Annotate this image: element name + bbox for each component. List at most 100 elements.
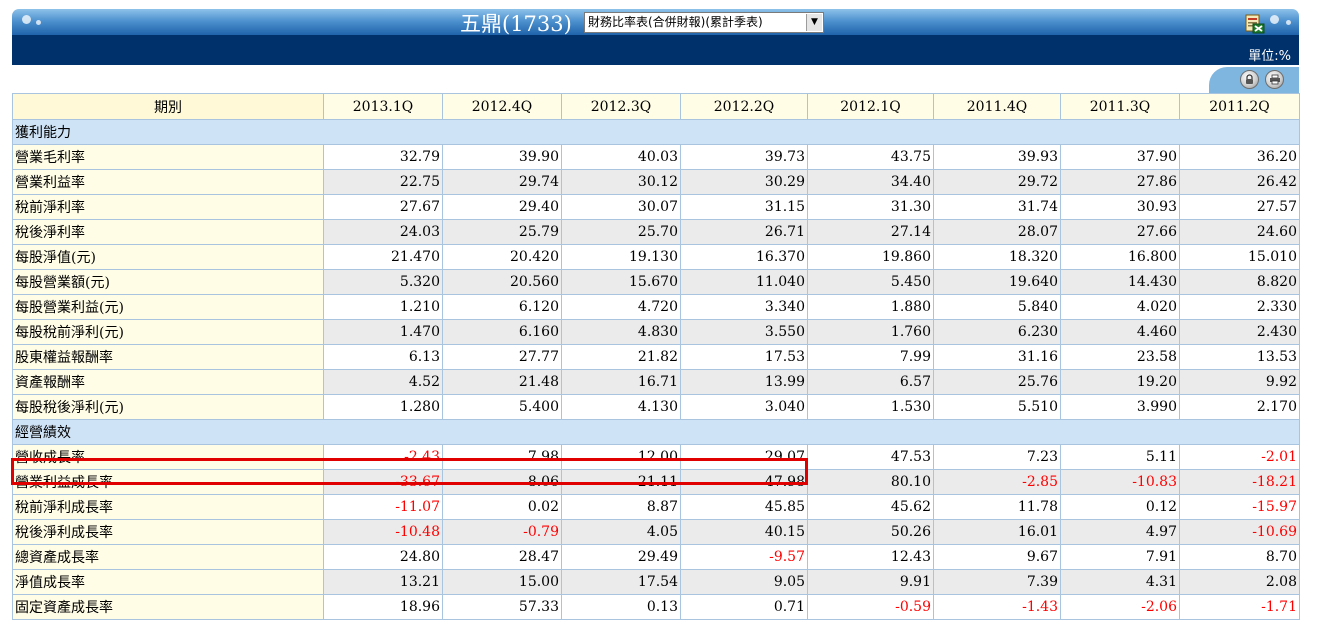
table-cell: 4.31 — [1060, 569, 1180, 595]
table-cell: 27.86 — [1060, 169, 1180, 195]
table-cell: 19.640 — [933, 269, 1061, 295]
table-cell: 27.14 — [807, 219, 934, 245]
table-cell: 7.23 — [933, 444, 1061, 470]
table-row: 淨值成長率 13.21 15.00 17.54 9.05 9.91 7.39 4.31 2.08 — [12, 569, 1300, 595]
table-cell: 21.11 — [561, 469, 681, 495]
print-icon[interactable] — [1265, 70, 1284, 89]
table-row: 每股淨值(元) 21.470 20.420 19.130 16.370 19.860 18.… — [12, 244, 1300, 270]
table-row: 每股稅前淨利(元) 1.470 6.160 4.830 3.550 1.760 6.230 4… — [12, 319, 1300, 345]
table-cell: 24.03 — [323, 219, 443, 245]
table-cell: 4.460 — [1060, 319, 1180, 345]
table-cell: 2.170 — [1179, 394, 1300, 420]
table-cell: 8.70 — [1179, 544, 1300, 570]
decorative-dot — [22, 15, 31, 24]
table-cell: 7.91 — [1060, 544, 1180, 570]
table-cell: 40.03 — [561, 144, 681, 170]
table-cell: -10.69 — [1179, 519, 1300, 545]
table-cell: 17.54 — [561, 569, 681, 595]
table-cell: 47.53 — [807, 444, 934, 470]
section-header-row: 經營績效 — [12, 419, 1300, 445]
report-type-select[interactable]: 財務比率表(合併財報)(累計季表) ▼ — [584, 12, 824, 33]
table-cell: 14.430 — [1060, 269, 1180, 295]
row-label: 稅後淨利成長率 — [12, 519, 324, 545]
table-cell: 8.06 — [442, 469, 562, 495]
table-row: 每股營業額(元) 5.320 20.560 15.670 11.040 5.450 19.6… — [12, 269, 1300, 295]
table-cell: 9.05 — [680, 569, 808, 595]
period-header-cell: 2011.2Q — [1179, 93, 1300, 120]
table-cell: 29.74 — [442, 169, 562, 195]
table-row: 稅後淨利成長率 -10.48 -0.79 4.05 40.15 50.26 16.01 4.9… — [12, 519, 1300, 545]
table-cell: 3.040 — [680, 394, 808, 420]
table-cell: -9.57 — [680, 544, 808, 570]
table-header-row: 期別 2013.1Q 2012.4Q 2012.3Q 2012.2Q 2012.1Q 20… — [12, 93, 1300, 120]
table-row: 營業利益成長率 -33.67 8.06 21.11 47.98 80.10 -2.85 -10… — [12, 469, 1300, 495]
header-info-bar: 單位:% — [12, 35, 1299, 65]
table-cell: 29.72 — [933, 169, 1061, 195]
table-cell: 17.53 — [680, 344, 808, 370]
table-cell: 2.330 — [1179, 294, 1300, 320]
table-row: 每股營業利益(元) 1.210 6.120 4.720 3.340 1.880 5.840 4… — [12, 294, 1300, 320]
row-label: 稅前淨利率 — [12, 194, 324, 220]
row-label: 營業毛利率 — [12, 144, 324, 170]
table-cell: 29.49 — [561, 544, 681, 570]
table-row: 資產報酬率 4.52 21.48 16.71 13.99 6.57 25.76 19.20 9.… — [12, 369, 1300, 395]
lock-icon[interactable] — [1240, 70, 1259, 89]
table-cell: 7.98 — [442, 444, 562, 470]
table-cell: 23.58 — [1060, 344, 1180, 370]
table-cell: 6.13 — [323, 344, 443, 370]
table-cell: 5.320 — [323, 269, 443, 295]
table-cell: 31.74 — [933, 194, 1061, 220]
table-cell: 50.26 — [807, 519, 934, 545]
table-cell: 12.43 — [807, 544, 934, 570]
row-label: 營業利益成長率 — [12, 469, 324, 495]
row-label: 固定資產成長率 — [12, 594, 324, 620]
table-cell: 21.82 — [561, 344, 681, 370]
table-cell: 2.08 — [1179, 569, 1300, 595]
table-cell: 25.70 — [561, 219, 681, 245]
table-cell: 25.79 — [442, 219, 562, 245]
table-cell: 24.80 — [323, 544, 443, 570]
table-row: 固定資產成長率 18.96 57.33 0.13 0.71 -0.59 -1.43 -2.06… — [12, 594, 1300, 620]
table-cell: 2.430 — [1179, 319, 1300, 345]
table-cell: 21.470 — [323, 244, 443, 270]
table-cell: 31.15 — [680, 194, 808, 220]
table-cell: 13.99 — [680, 369, 808, 395]
table-cell: 39.93 — [933, 144, 1061, 170]
table-cell: 4.130 — [561, 394, 681, 420]
table-cell: 27.67 — [323, 194, 443, 220]
row-label: 每股營業額(元) — [12, 269, 324, 295]
table-cell: 16.71 — [561, 369, 681, 395]
table-cell: 4.52 — [323, 369, 443, 395]
row-label: 資產報酬率 — [12, 369, 324, 395]
table-cell: 9.67 — [933, 544, 1061, 570]
section-title: 獲利能力 — [12, 119, 1300, 145]
table-row: 稅前淨利成長率 -11.07 0.02 8.87 45.85 45.62 11.78 0.12… — [12, 494, 1300, 520]
financial-ratio-table: 期別 2013.1Q 2012.4Q 2012.3Q 2012.2Q 2012.1Q 20… — [12, 93, 1300, 620]
table-cell: 0.02 — [442, 494, 562, 520]
table-cell: 11.78 — [933, 494, 1061, 520]
chevron-down-icon[interactable]: ▼ — [806, 14, 822, 31]
toolbar — [12, 65, 1299, 93]
excel-export-icon[interactable] — [1244, 13, 1266, 35]
table-cell: 27.77 — [442, 344, 562, 370]
table-cell: 30.07 — [561, 194, 681, 220]
table-cell: 7.39 — [933, 569, 1061, 595]
table-cell: 25.76 — [933, 369, 1061, 395]
report-type-selected-value: 財務比率表(合併財報)(累計季表) — [588, 15, 763, 29]
row-label: 總資產成長率 — [12, 544, 324, 570]
table-row: 每股稅後淨利(元) 1.280 5.400 4.130 3.040 1.530 5.510 3… — [12, 394, 1300, 420]
table-cell: 47.98 — [680, 469, 808, 495]
table-cell: 26.71 — [680, 219, 808, 245]
table-cell: 3.990 — [1060, 394, 1180, 420]
table-cell: 22.75 — [323, 169, 443, 195]
table-cell: 8.87 — [561, 494, 681, 520]
table-cell: 34.40 — [807, 169, 934, 195]
table-cell: 16.370 — [680, 244, 808, 270]
table-cell: 5.400 — [442, 394, 562, 420]
period-header-cell: 2011.3Q — [1060, 93, 1180, 120]
table-cell: 6.230 — [933, 319, 1061, 345]
table-row: 稅前淨利率 27.67 29.40 30.07 31.15 31.30 31.74 30.93… — [12, 194, 1300, 220]
table-cell: 37.90 — [1060, 144, 1180, 170]
table-cell: 4.020 — [1060, 294, 1180, 320]
period-column-header: 期別 — [12, 93, 324, 120]
